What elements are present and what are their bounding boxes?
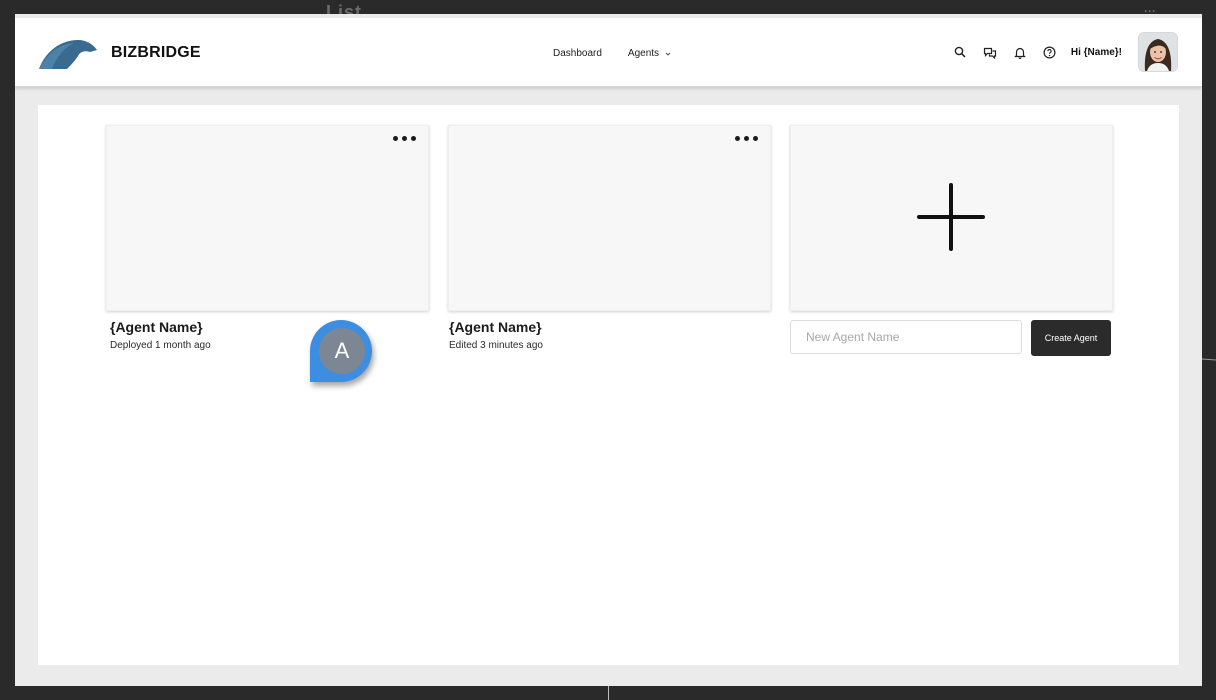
top-navigation-bar: BIZBRIDGE Dashboard Agents Hi {Name}!	[15, 18, 1202, 87]
collaborator-cursor: A	[310, 320, 372, 382]
agent-name[interactable]: {Agent Name}	[449, 319, 542, 335]
nav-dashboard-label: Dashboard	[553, 48, 602, 59]
search-icon[interactable]	[953, 45, 967, 59]
chat-icon[interactable]	[983, 45, 997, 59]
background-line	[608, 684, 609, 700]
agent-card-preview[interactable]	[448, 125, 771, 311]
nav-agents-label: Agents	[627, 48, 660, 59]
plus-icon	[917, 183, 985, 251]
user-greeting: Hi {Name}!	[1070, 46, 1122, 58]
main-nav: Dashboard Agents	[553, 48, 671, 59]
agent-status: Edited 3 minutes ago	[449, 340, 543, 351]
agents-panel: {Agent Name} Deployed 1 month ago {Agent…	[38, 105, 1179, 665]
new-agent-name-input[interactable]	[790, 320, 1022, 354]
help-icon[interactable]	[1043, 45, 1057, 59]
chevron-down-icon	[665, 52, 671, 56]
create-agent-button[interactable]: Create Agent	[1031, 320, 1111, 356]
bridge-logo-icon[interactable]	[38, 38, 98, 70]
cursor-avatar-initial: A	[319, 328, 365, 374]
new-agent-card[interactable]	[790, 125, 1113, 311]
more-options-icon[interactable]	[393, 136, 416, 141]
user-avatar[interactable]	[1138, 32, 1178, 72]
app-window: BIZBRIDGE Dashboard Agents Hi {Name}! {A…	[15, 14, 1202, 686]
agent-name[interactable]: {Agent Name}	[110, 319, 203, 335]
nav-dashboard[interactable]: Dashboard	[553, 48, 602, 59]
agent-status: Deployed 1 month ago	[110, 340, 211, 351]
agent-card-preview[interactable]	[106, 125, 429, 311]
nav-agents-dropdown[interactable]: Agents	[628, 48, 671, 59]
more-options-icon[interactable]	[735, 136, 758, 141]
header-tools: Hi {Name}!	[953, 32, 1178, 72]
brand-name[interactable]: BIZBRIDGE	[111, 44, 201, 62]
bell-icon[interactable]	[1013, 45, 1027, 59]
